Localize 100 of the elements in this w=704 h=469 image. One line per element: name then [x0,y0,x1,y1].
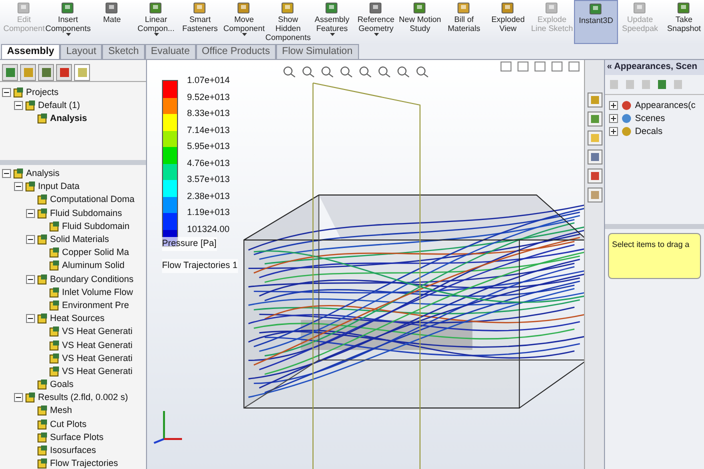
pane-title: « Appearances, Scen [605,60,704,75]
toolbar-button[interactable]: Assembly Features [310,0,354,44]
tab[interactable]: Sketch [102,44,145,59]
expand-icon[interactable] [609,114,618,123]
tab[interactable]: Flow Simulation [276,44,359,59]
tab[interactable]: Layout [60,44,102,59]
tree-item[interactable]: Isosurfaces [50,446,96,456]
tree-item[interactable]: VS Heat Generati [62,354,133,363]
tool-icon [544,1,560,15]
collapse-icon[interactable] [14,101,23,110]
toolbar-button[interactable]: Instant3D [574,0,618,44]
tree-item[interactable]: Cut Plots [50,420,87,429]
tool-icon [632,1,648,15]
collapse-icon[interactable] [26,314,35,324]
view-tool-icon[interactable] [301,65,315,78]
tree-item[interactable]: Analysis [50,114,88,124]
legend-label: 8.33e+013 [187,108,230,120]
tool-icon [368,1,384,15]
panel-tab-icon[interactable] [74,64,90,81]
legend-label: 1.19e+013 [187,207,230,219]
tree-item[interactable]: VS Heat Generati [62,327,133,336]
toolbar-button[interactable]: Smart Fasteners [178,0,222,44]
tree-item[interactable]: Solid Materials [50,235,110,244]
view-tool-icon[interactable] [358,65,372,78]
expand-icon[interactable] [609,127,618,136]
tool-icon [676,1,692,15]
tree-item[interactable]: Input Data [38,182,80,192]
pane-item[interactable]: Decals [635,127,663,136]
task-pane-icon[interactable] [586,187,602,203]
collapse-icon[interactable] [14,182,23,192]
task-pane-icon[interactable] [586,111,602,127]
collapse-icon[interactable] [26,235,35,244]
legend-label: 9.52e+013 [187,92,230,104]
tree-item[interactable]: Inlet Volume Flow [62,288,134,297]
tree-item[interactable]: Heat Sources [50,314,105,324]
tree-item[interactable]: Analysis [26,169,60,178]
collapse-icon[interactable] [26,208,35,218]
collapse-icon[interactable] [14,393,23,402]
tree-item[interactable]: Copper Solid Ma [62,248,130,258]
tree-item[interactable]: Goals [50,380,74,390]
toolbar-button[interactable]: Show Hidden Components [266,0,310,44]
legend-label: 4.76e+013 [187,158,230,170]
toolbar-button[interactable]: Linear Compon... [134,0,178,44]
collapse-icon[interactable] [26,274,35,284]
toolbar-button[interactable]: Insert Components [46,0,90,44]
legend-subtitle: Flow Trajectories 1 [162,259,238,272]
tree-item[interactable]: Flow Trajectories [50,459,118,468]
pane-item[interactable]: Scenes [635,114,666,123]
expand-icon[interactable] [609,101,618,110]
tree-item[interactable]: Default (1) [38,101,80,110]
tool-icon [412,1,428,15]
view-tool-icon[interactable] [396,65,410,78]
view-tool-icon[interactable] [339,65,353,78]
tool-icon [324,1,340,15]
pane-item[interactable]: Appearances(c [635,101,696,110]
tool-icon [148,1,164,15]
tree-item[interactable]: VS Heat Generati [62,366,133,376]
tree-item[interactable]: Boundary Conditions [50,274,134,284]
task-pane-icon[interactable] [586,149,602,165]
tree-item[interactable]: Surface Plots [50,432,104,442]
task-pane-icon[interactable] [586,130,602,146]
tree-item[interactable]: Projects [26,88,59,98]
toolbar-button[interactable]: Take Snapshot [662,0,704,44]
tree-item[interactable]: Aluminum Solid [62,261,125,270]
pane-tool-icon[interactable] [657,79,667,90]
tab[interactable]: Assembly [1,44,60,59]
tree-item[interactable]: Environment Pre [62,300,130,310]
tab[interactable]: Office Products [196,44,276,59]
collapse-icon[interactable] [2,169,11,178]
legend-label: 1.07e+014 [187,75,230,87]
panel-tab-icon[interactable] [38,64,54,81]
legend-label: 7.14e+013 [187,124,230,136]
toolbar-button[interactable]: Mate [90,0,134,44]
tree-item[interactable]: Fluid Subdomain [62,222,130,231]
tree-item[interactable]: Mesh [50,406,72,416]
panel-tab-icon[interactable] [20,64,36,81]
toolbar-button[interactable]: Move Component [222,0,266,44]
tree-item[interactable]: Computational Doma [50,195,135,204]
task-pane-icon[interactable] [586,92,602,108]
task-pane-icon[interactable] [586,168,602,184]
collapse-icon[interactable] [2,88,11,98]
tool-icon [192,1,208,15]
message-box: Select items to drag a [608,233,701,279]
tool-icon [280,1,296,15]
view-tool-icon[interactable] [282,65,296,78]
view-tool-icon[interactable] [415,65,429,78]
toolbar-button[interactable]: New Motion Study [398,0,442,44]
view-tool-icon[interactable] [377,65,391,78]
toolbar-button[interactable]: Reference Geometry [354,0,398,44]
panel-tab-icon[interactable] [2,64,18,81]
toolbar-button[interactable]: Exploded View [486,0,530,44]
view-tool-icon[interactable] [320,65,334,78]
legend-label: 101324.00 [187,224,230,236]
tree-item[interactable]: Fluid Subdomains [50,208,122,218]
tool-icon [104,1,120,15]
panel-tab-icon[interactable] [56,64,72,81]
tree-item[interactable]: Results (2.fld, 0.002 s) [38,393,128,402]
toolbar-button[interactable]: Bill of Materials [442,0,486,44]
tab[interactable]: Evaluate [144,44,196,59]
tree-item[interactable]: VS Heat Generati [62,340,133,350]
